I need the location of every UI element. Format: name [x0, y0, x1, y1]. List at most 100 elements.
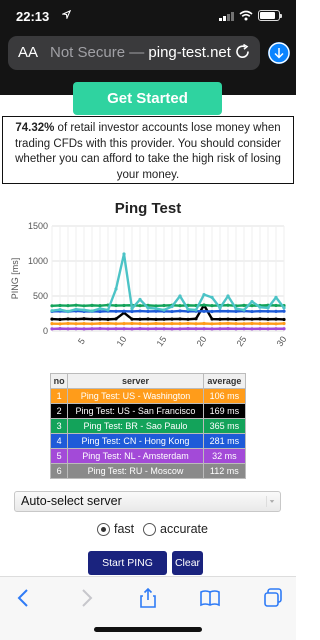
fast-radio[interactable] — [97, 522, 110, 536]
data-point — [274, 295, 278, 299]
data-point — [258, 327, 262, 331]
data-point — [138, 297, 142, 302]
data-point — [282, 321, 286, 326]
data-point — [114, 287, 118, 291]
table-row: 6 Ping Test: RU - Moscow 112 ms — [49, 463, 247, 479]
back-chevron-icon[interactable] — [13, 587, 35, 609]
data-point — [242, 327, 246, 331]
data-point — [130, 317, 134, 321]
data-point — [82, 308, 86, 312]
start-ping-test-button[interactable]: Start PING TEST — [88, 551, 167, 593]
data-point — [234, 322, 238, 326]
data-point — [258, 309, 262, 313]
data-point — [274, 309, 278, 313]
data-point — [130, 307, 134, 311]
data-point — [106, 321, 110, 325]
data-point — [242, 322, 246, 326]
data-point — [154, 317, 158, 321]
data-point — [226, 327, 230, 331]
data-point — [138, 304, 142, 308]
wifi-icon — [239, 10, 253, 21]
risk-percent: 74.32% — [15, 122, 55, 134]
data-point — [266, 321, 270, 326]
data-point — [266, 306, 270, 310]
data-point — [58, 308, 62, 312]
data-point — [186, 317, 190, 321]
table-row: 1 Ping Test: US - Washington 106 ms — [49, 388, 247, 404]
cellular-signal-icon — [219, 11, 234, 21]
data-point — [98, 309, 102, 314]
cell-no: 5 — [49, 448, 69, 464]
fast-option[interactable]: fast — [97, 521, 134, 537]
data-point — [98, 304, 102, 308]
accurate-option[interactable]: accurate — [143, 521, 208, 537]
security-label: Not Secure — [50, 44, 126, 61]
data-point — [66, 304, 70, 308]
fast-label: fast — [114, 522, 135, 536]
series-line — [51, 252, 285, 313]
data-point — [74, 307, 78, 311]
data-point — [98, 307, 102, 311]
data-point — [178, 304, 182, 308]
cell-server: Ping Test: NL - Amsterdam — [67, 448, 204, 464]
data-point — [98, 317, 102, 321]
status-time: 22:13 — [16, 9, 50, 24]
data-point — [218, 309, 222, 313]
data-point — [274, 322, 278, 326]
tabs-icon[interactable] — [262, 587, 284, 609]
y-axis-label: PING [ms] — [10, 258, 20, 300]
data-point — [66, 321, 70, 326]
data-point — [58, 317, 62, 322]
data-point — [122, 252, 126, 256]
cell-average: 112 ms — [202, 463, 247, 479]
data-point — [242, 317, 246, 321]
data-point — [250, 309, 254, 314]
data-point — [170, 304, 174, 309]
data-point — [282, 317, 286, 322]
data-point — [66, 327, 70, 331]
data-point — [74, 322, 78, 326]
download-icon[interactable] — [268, 42, 290, 64]
x-tick-label: 30 — [275, 334, 289, 348]
data-point — [202, 327, 206, 331]
data-point — [98, 321, 102, 326]
data-point — [210, 309, 214, 314]
data-point — [170, 321, 174, 326]
data-point — [82, 304, 86, 308]
data-point — [50, 304, 54, 308]
server-select[interactable]: Auto-select server — [14, 491, 281, 512]
results-table: no server average 1 Ping Test: US - Washi… — [49, 373, 247, 479]
data-point — [58, 303, 62, 308]
reader-aa-button[interactable]: AA — [18, 44, 38, 61]
data-point — [250, 304, 254, 308]
address-bar[interactable]: AA Not Secure — ping-test.net — [8, 36, 260, 70]
cell-server: Ping Test: CN - Hong Kong — [67, 433, 204, 449]
data-point — [74, 317, 78, 321]
reload-icon[interactable] — [234, 43, 252, 61]
data-point — [82, 317, 86, 321]
data-point — [114, 309, 118, 313]
data-point — [58, 327, 62, 331]
location-arrow-icon — [62, 10, 71, 19]
data-point — [162, 327, 166, 331]
data-point — [106, 327, 110, 331]
home-indicator — [94, 627, 202, 632]
data-point — [258, 305, 262, 309]
data-point — [274, 317, 278, 321]
cell-average: 281 ms — [202, 433, 247, 449]
data-point — [50, 322, 54, 326]
clear-button[interactable]: Clear — [172, 551, 203, 575]
url-text[interactable]: Not Secure — ping-test.net — [50, 44, 231, 61]
data-point — [186, 327, 190, 331]
accurate-radio[interactable] — [143, 522, 156, 536]
data-point — [210, 295, 214, 299]
data-point — [282, 327, 286, 331]
data-point — [114, 322, 118, 326]
cell-server: Ping Test: US - San Francisco — [67, 403, 204, 419]
data-point — [234, 309, 238, 313]
get-started-button[interactable]: Get Started — [73, 82, 222, 115]
share-icon[interactable] — [137, 587, 159, 609]
data-point — [162, 317, 166, 321]
bookmarks-icon[interactable] — [199, 587, 221, 609]
forward-chevron-icon[interactable] — [75, 587, 97, 609]
